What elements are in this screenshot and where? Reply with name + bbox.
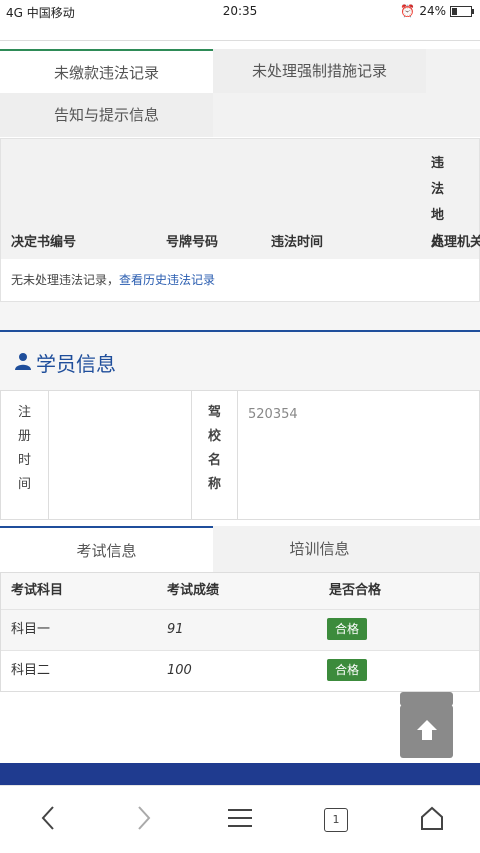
col-violation-time: 违法时间 bbox=[271, 235, 324, 250]
school-value-cell: 520354 bbox=[238, 391, 479, 519]
hamburger-icon bbox=[226, 806, 254, 834]
scroll-to-top-button[interactable] bbox=[400, 705, 453, 758]
school-label: 驾 校 名 称 bbox=[207, 405, 221, 492]
header-score: 考试成绩 bbox=[167, 583, 220, 598]
section-divider bbox=[0, 302, 480, 330]
arrow-up-icon bbox=[414, 717, 440, 747]
col-plate-no: 号牌号码 bbox=[166, 235, 219, 250]
reg-time-value-cell bbox=[49, 391, 192, 519]
table-row: 科目二 100 合格 bbox=[1, 651, 479, 691]
alarm-icon: ⏰ bbox=[400, 4, 416, 18]
header-pass: 是否合格 bbox=[329, 583, 382, 598]
exam-table-header: 考试科目 考试成绩 是否合格 bbox=[1, 573, 479, 610]
tab-label: 考试信息 bbox=[76, 542, 137, 560]
reg-time-label-cell: 注 册 时 间 bbox=[1, 391, 49, 519]
home-button[interactable] bbox=[412, 802, 452, 838]
empty-message: 无未处理违法记录， bbox=[11, 273, 120, 287]
violation-tabs: 未缴款违法记录 未处理强制措施记录 告知与提示信息 bbox=[0, 49, 480, 137]
chevron-right-icon bbox=[134, 804, 154, 836]
status-bar: 4G 中国移动 20:35 ⏰ 24% bbox=[0, 0, 480, 22]
pass-badge: 合格 bbox=[327, 618, 368, 640]
student-section-title: 学员信息 bbox=[36, 352, 116, 376]
table-row: 科目一 91 合格 bbox=[1, 610, 479, 651]
battery-icon bbox=[450, 5, 474, 17]
status-right: ⏰ 24% bbox=[400, 4, 474, 18]
reg-time-label: 注 册 时 间 bbox=[17, 405, 31, 492]
tab-notifications[interactable]: 告知与提示信息 bbox=[0, 93, 213, 137]
user-icon bbox=[14, 352, 32, 374]
back-button[interactable] bbox=[28, 802, 68, 838]
tab-label: 告知与提示信息 bbox=[53, 106, 159, 124]
violation-table: 决定书编号 号牌号码 违法时间 违法 地 点 处理机关 无未处理违法记录，查看历… bbox=[0, 138, 480, 302]
student-section-header: 学员信息 bbox=[0, 330, 480, 390]
footer-bar bbox=[0, 763, 480, 785]
row-pass-cell: 合格 bbox=[327, 610, 368, 650]
col-handling-agency: 处理机关 bbox=[431, 235, 480, 250]
chevron-left-icon bbox=[38, 804, 58, 836]
violation-empty-row: 无未处理违法记录，查看历史违法记录 bbox=[1, 259, 479, 301]
header-subject: 考试科目 bbox=[11, 583, 64, 598]
browser-nav-bar: 1 bbox=[0, 785, 480, 853]
violation-table-header: 决定书编号 号牌号码 违法时间 违法 地 点 处理机关 bbox=[1, 139, 480, 259]
home-icon bbox=[418, 804, 446, 836]
student-info-table: 注 册 时 间 驾 校 名 称 520354 bbox=[0, 390, 480, 520]
battery-percent: 24% bbox=[419, 4, 446, 18]
tab-count: 1 bbox=[332, 813, 340, 826]
forward-button[interactable] bbox=[124, 802, 164, 838]
menu-button[interactable] bbox=[220, 802, 260, 838]
row-subject: 科目一 bbox=[11, 622, 51, 637]
row-subject: 科目二 bbox=[11, 663, 51, 678]
row-score: 100 bbox=[167, 663, 192, 678]
school-label-cell: 驾 校 名 称 bbox=[192, 391, 238, 519]
row-score: 91 bbox=[167, 622, 184, 637]
tab-label: 培训信息 bbox=[289, 540, 350, 558]
col-decision-no: 决定书编号 bbox=[11, 235, 77, 250]
tab-enforcement-records[interactable]: 未处理强制措施记录 bbox=[213, 49, 426, 93]
scroll-top-shadow bbox=[400, 692, 453, 706]
row-pass-cell: 合格 bbox=[327, 651, 368, 691]
exam-table: 考试科目 考试成绩 是否合格 科目一 91 合格 科目二 100 合格 bbox=[0, 572, 480, 692]
tab-label: 未缴款违法记录 bbox=[53, 64, 159, 82]
tab-unpaid-violations[interactable]: 未缴款违法记录 bbox=[0, 49, 213, 93]
history-link[interactable]: 查看历史违法记录 bbox=[119, 273, 215, 287]
tabs-icon: 1 bbox=[324, 808, 348, 832]
tab-training-info[interactable]: 培训信息 bbox=[213, 526, 426, 572]
school-value: 520354 bbox=[248, 407, 298, 422]
tabs-button[interactable]: 1 bbox=[316, 802, 356, 838]
tab-label: 未处理强制措施记录 bbox=[251, 62, 387, 80]
tab-exam-info[interactable]: 考试信息 bbox=[0, 526, 213, 572]
pass-badge: 合格 bbox=[327, 659, 368, 681]
exam-tabs: 考试信息 培训信息 bbox=[0, 526, 480, 572]
top-strip bbox=[0, 22, 480, 41]
